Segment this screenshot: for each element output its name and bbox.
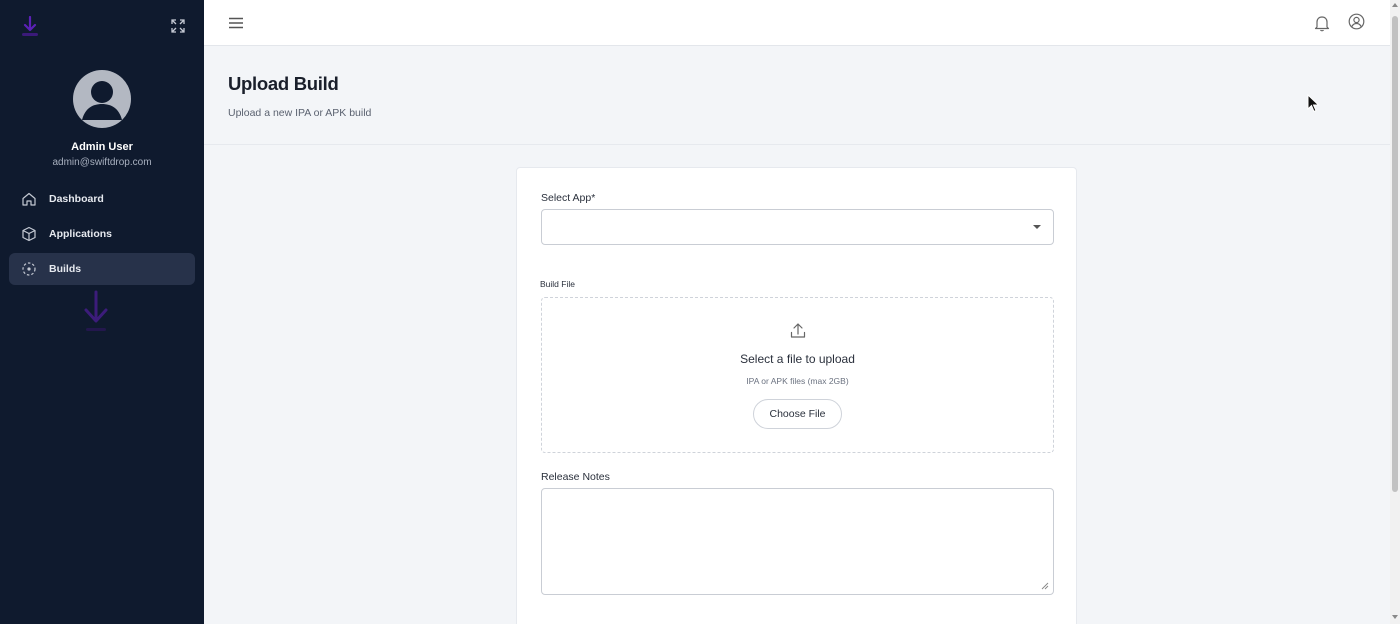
topbar bbox=[204, 0, 1390, 46]
select-app-dropdown[interactable] bbox=[541, 209, 1054, 245]
select-app-label: Select App* bbox=[541, 192, 596, 204]
sidebar-item-applications[interactable]: Applications bbox=[9, 218, 195, 250]
caret-down-icon bbox=[1033, 225, 1041, 229]
upload-form-card: Select App* Build File Select a file to … bbox=[516, 167, 1077, 624]
sidebar-item-label: Applications bbox=[49, 228, 113, 240]
page-scrollbar[interactable] bbox=[1390, 0, 1400, 624]
page-header: Upload Build Upload a new IPA or APK bui… bbox=[204, 46, 1390, 145]
user-silhouette-icon bbox=[82, 81, 122, 120]
sidebar-item-dashboard[interactable]: Dashboard bbox=[9, 183, 195, 215]
resize-handle-icon[interactable] bbox=[1041, 582, 1049, 590]
bell-icon[interactable] bbox=[1314, 14, 1330, 32]
scroll-thumb[interactable] bbox=[1392, 16, 1398, 492]
scroll-down-icon[interactable] bbox=[1392, 615, 1398, 619]
sidebar-item-label: Dashboard bbox=[49, 193, 104, 205]
sidebar: Admin User admin@swiftdrop.com Dashboard… bbox=[0, 0, 204, 624]
mouse-cursor-icon bbox=[1307, 94, 1320, 113]
release-notes-label: Release Notes bbox=[541, 471, 610, 483]
home-icon bbox=[22, 192, 36, 206]
page-subtitle: Upload a new IPA or APK build bbox=[228, 107, 372, 119]
user-email: admin@swiftdrop.com bbox=[52, 157, 152, 168]
hamburger-menu-icon[interactable] bbox=[228, 15, 244, 31]
account-icon[interactable] bbox=[1348, 13, 1365, 30]
sidebar-nav: Dashboard Applications Builds bbox=[9, 183, 195, 288]
box-icon bbox=[22, 226, 36, 242]
builds-icon bbox=[22, 262, 36, 276]
sidebar-item-label: Builds bbox=[49, 263, 82, 275]
user-name: Admin User bbox=[71, 141, 133, 153]
fullscreen-icon[interactable] bbox=[170, 18, 186, 34]
build-file-label: Build File bbox=[540, 279, 575, 289]
release-notes-textarea[interactable] bbox=[541, 488, 1054, 595]
scroll-up-icon[interactable] bbox=[1392, 3, 1398, 7]
choose-file-button[interactable]: Choose File bbox=[753, 399, 842, 429]
upload-icon bbox=[790, 323, 806, 338]
build-file-dropzone[interactable]: Select a file to upload IPA or APK files… bbox=[541, 297, 1054, 453]
dropzone-hint: IPA or APK files (max 2GB) bbox=[746, 376, 849, 386]
page-title: Upload Build bbox=[228, 73, 339, 94]
download-arrow-icon bbox=[84, 290, 108, 331]
logo-download-icon[interactable] bbox=[20, 16, 40, 38]
sidebar-item-builds[interactable]: Builds bbox=[9, 253, 195, 285]
dropzone-title: Select a file to upload bbox=[740, 352, 855, 366]
avatar[interactable] bbox=[73, 70, 131, 128]
